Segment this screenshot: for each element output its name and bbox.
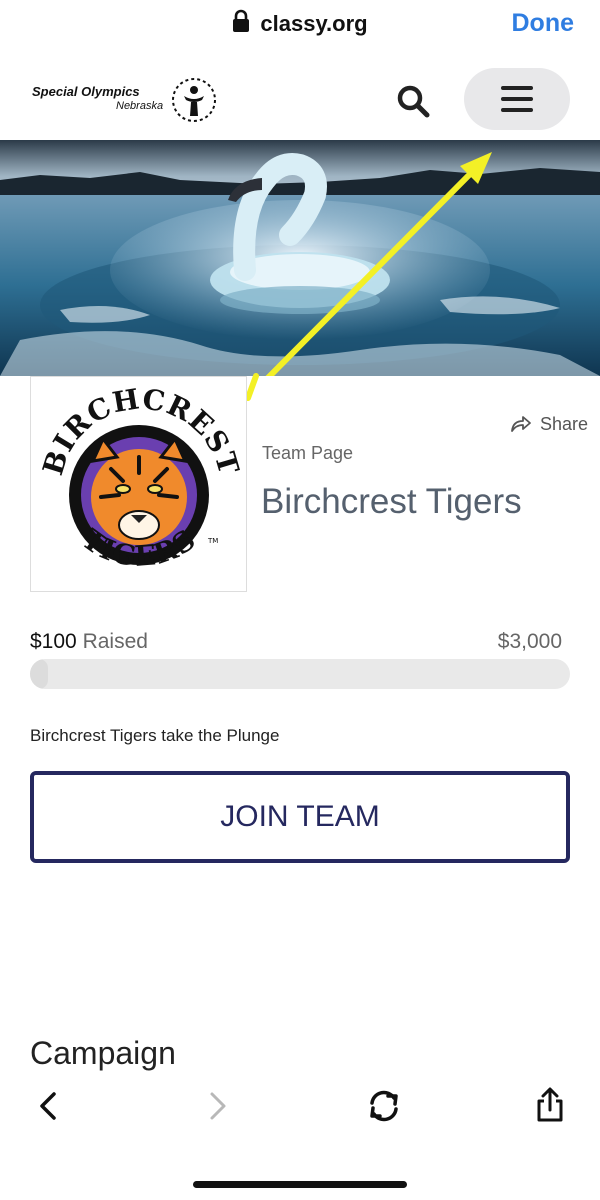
progress-fill [30,659,48,689]
forward-icon [210,1092,226,1120]
logo-title: Special Olympics [32,84,140,99]
banner-illustration [0,140,600,376]
lock-icon [233,9,250,32]
menu-button[interactable] [464,68,570,130]
home-indicator[interactable] [193,1181,407,1188]
forward-button[interactable] [198,1086,238,1126]
campaign-heading: Campaign [30,1035,176,1071]
url-display[interactable]: classy.org [0,9,600,37]
share-arrow-icon [511,416,531,432]
share-page-button[interactable] [530,1086,570,1126]
back-button[interactable] [30,1086,70,1126]
back-icon [40,1092,56,1120]
logo-trademark: TM [207,537,218,545]
browser-url-bar: classy.org Done [0,0,600,50]
search-icon [397,85,430,118]
tiger-logo-illustration: BIRCHCREST TIGERS TM [36,382,245,573]
site-header: Special Olympics Nebraska [0,50,600,140]
url-text: classy.org [260,11,368,36]
share-link[interactable]: Share [510,414,588,435]
share-label: Share [539,414,588,434]
team-description: Birchcrest Tigers take the Plunge [30,726,280,745]
progress-bar [30,659,570,689]
page-type-label: Team Page [262,443,354,463]
raised-amount: $100 [30,630,77,653]
raised-summary: $100 Raised [30,630,148,654]
join-team-button[interactable]: JOIN TEAM [30,771,570,863]
team-name-heading: Birchcrest Tigers [261,482,522,521]
special-olympics-logo[interactable]: Special Olympics Nebraska [30,76,220,126]
menu-icon [501,86,533,119]
reload-icon [370,1090,398,1122]
goal-amount: $3,000 [497,630,562,653]
done-button[interactable]: Done [512,9,575,38]
raised-label: Raised [82,630,148,653]
special-olympics-emblem-icon [172,78,216,122]
team-logo: BIRCHCREST TIGERS TM [30,376,247,592]
logo-subtitle: Nebraska [116,100,164,112]
campaign-banner-image [0,140,600,376]
search-button[interactable] [394,82,434,122]
share-icon [537,1087,563,1122]
reload-button[interactable] [364,1086,404,1126]
